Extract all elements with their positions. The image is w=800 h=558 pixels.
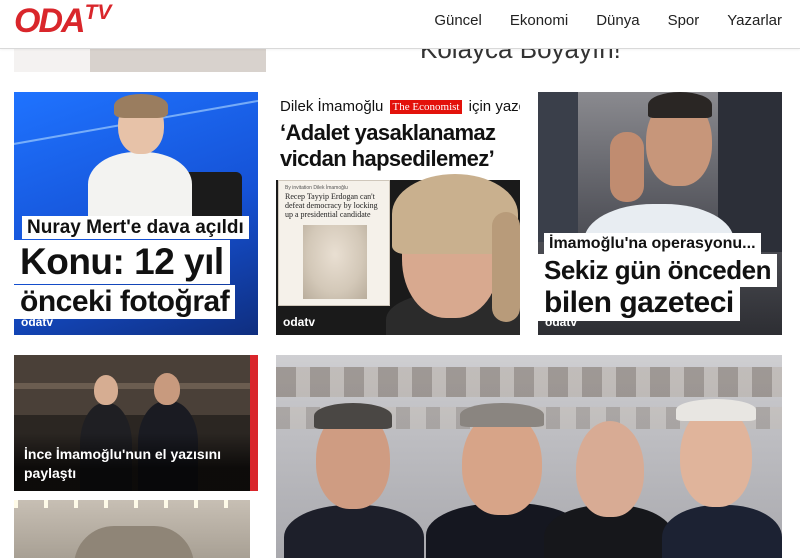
- odatv-logo[interactable]: ODA TV: [14, 1, 112, 40]
- news-card-imamoglu-operasyon[interactable]: İmamoğlu'na operasyonu... Sekiz gün önce…: [538, 92, 782, 335]
- news-card-leaders[interactable]: [276, 355, 782, 558]
- nav-ekonomi[interactable]: Ekonomi: [510, 12, 568, 29]
- odatv-watermark: odatv: [21, 315, 54, 329]
- logo-tv-mark: TV: [84, 1, 112, 24]
- news-card-dilek-imamoglu[interactable]: Dilek İmamoğlu The Economist için yazdı:…: [276, 92, 520, 335]
- odatv-watermark: odatv: [545, 315, 578, 329]
- previous-article-title[interactable]: Kolayca Boyayın!: [420, 48, 621, 65]
- economist-logo: The Economist: [389, 100, 463, 115]
- news-card-mosque[interactable]: [14, 500, 250, 558]
- nav-spor[interactable]: Spor: [668, 12, 700, 29]
- site-header: ODA TV Güncel Ekonomi Dünya Spor Yazarla…: [0, 0, 800, 49]
- card-headline-line1: Sekiz gün önceden: [538, 254, 777, 287]
- main-nav: Güncel Ekonomi Dünya Spor Yazarlar: [406, 0, 782, 40]
- quote-line1: ‘Adalet yasaklanamaz: [280, 120, 496, 145]
- news-card-nuray-mert[interactable]: Nuray Mert'e dava açıldı Konu: 12 yıl ön…: [14, 92, 258, 335]
- card-headline-line2: önceki fotoğraf: [14, 285, 236, 319]
- accent-bar: [250, 355, 258, 491]
- blurred-background: [276, 367, 782, 397]
- quote-header: Dilek İmamoğlu The Economist için yazdı:…: [276, 92, 520, 180]
- nav-dunya[interactable]: Dünya: [596, 12, 639, 29]
- logo-wordmark: ODA: [14, 2, 86, 40]
- previous-article-strip: Kolayca Boyayın!: [14, 48, 787, 72]
- card-subtitle: Nuray Mert'e dava açıldı: [22, 216, 249, 239]
- card-subtitle: İmamoğlu'na operasyonu...: [544, 233, 761, 254]
- paper-headline: Recep Tayyip Erdogan can't defeat democr…: [285, 192, 378, 219]
- card-headline-line1: Konu: 12 yıl: [14, 240, 230, 284]
- quote-line2: vicdan hapsedilemez’: [280, 146, 495, 171]
- nav-guncel[interactable]: Güncel: [434, 12, 482, 29]
- news-card-ince-imamoglu[interactable]: İnce İmamoğlu'nun el yazısını paylaştı: [14, 355, 258, 491]
- previous-article-thumbnail[interactable]: [14, 48, 266, 72]
- paper-illustration: [303, 225, 367, 299]
- economist-article-clipping: By invitation Dilek İmamoğlu Recep Tayyi…: [278, 180, 390, 306]
- card-title: İnce İmamoğlu'nun el yazısını paylaştı: [24, 446, 222, 481]
- odatv-watermark: odatv: [283, 315, 316, 329]
- nav-yazarlar[interactable]: Yazarlar: [727, 12, 782, 29]
- quote-intro: Dilek İmamoğlu The Economist için yazdı:: [280, 98, 520, 115]
- paper-byline: By invitation Dilek İmamoğlu: [285, 185, 348, 191]
